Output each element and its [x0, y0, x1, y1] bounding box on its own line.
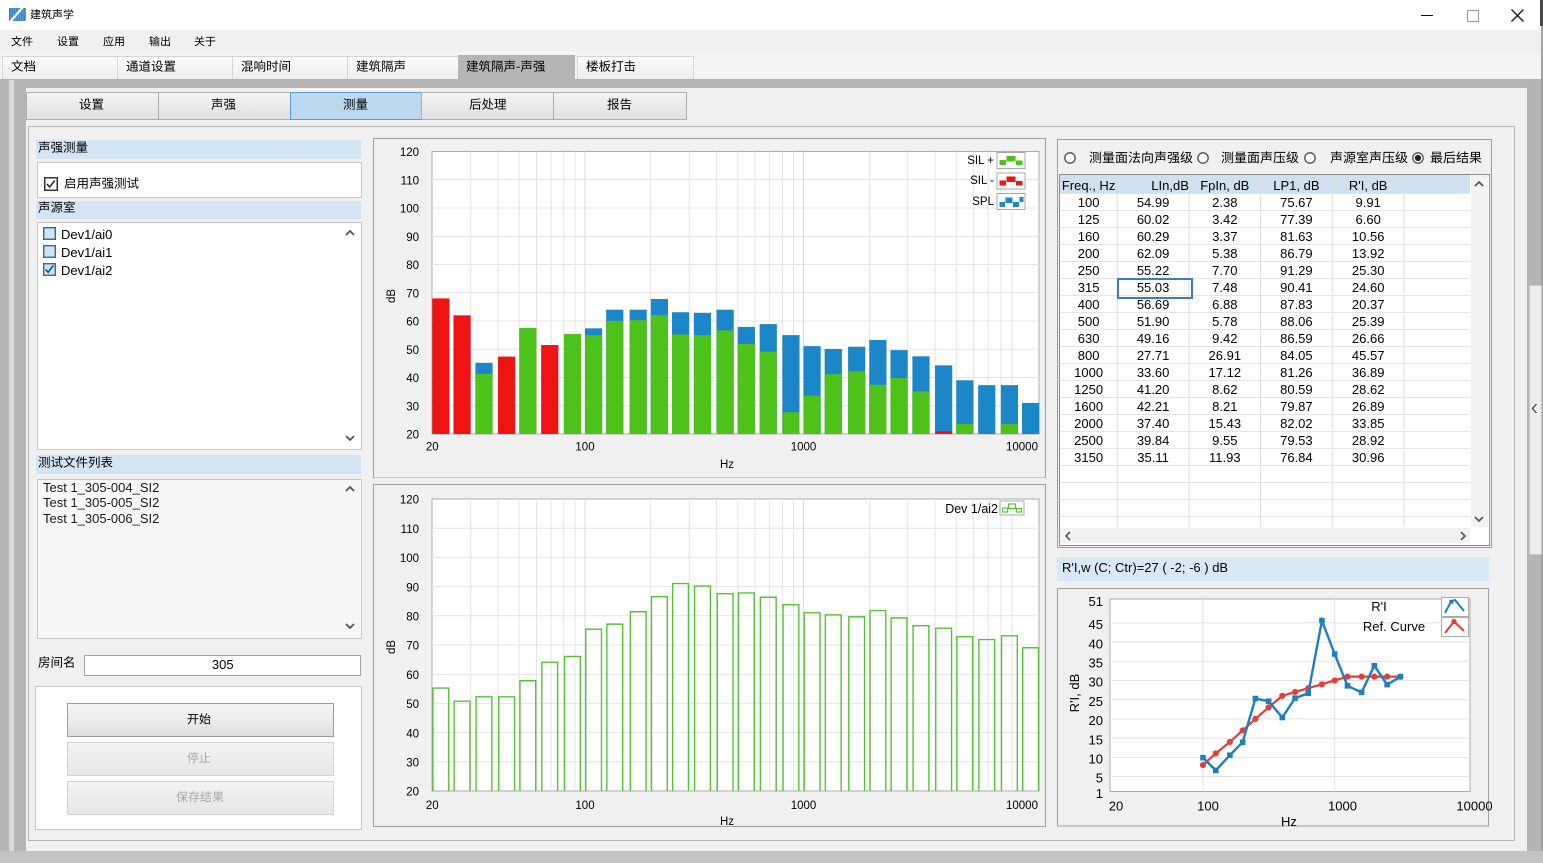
svg-text:51: 51	[1089, 594, 1103, 609]
svg-text:60: 60	[406, 670, 419, 682]
svg-text:70: 70	[406, 288, 419, 300]
svg-text:1000: 1000	[1328, 799, 1357, 814]
svg-text:30: 30	[406, 758, 419, 770]
svg-text:20: 20	[426, 441, 439, 453]
svg-text:20: 20	[426, 800, 439, 812]
svg-text:20: 20	[1089, 713, 1103, 728]
svg-text:R'I, dB: R'I, dB	[1067, 674, 1082, 713]
svg-text:15: 15	[1089, 732, 1103, 747]
svg-text:30: 30	[1089, 675, 1103, 690]
svg-text:50: 50	[406, 344, 419, 356]
svg-text:100: 100	[1197, 799, 1219, 814]
svg-text:120: 120	[400, 495, 419, 507]
svg-text:R'I: R'I	[1371, 599, 1386, 614]
svg-text:5: 5	[1096, 771, 1103, 786]
svg-text:110: 110	[401, 175, 419, 187]
svg-text:50: 50	[406, 699, 419, 711]
svg-text:10000: 10000	[1006, 441, 1038, 453]
svg-text:100: 100	[575, 800, 594, 812]
svg-text:25: 25	[1089, 694, 1103, 709]
svg-text:10000: 10000	[1006, 800, 1038, 812]
svg-text:100: 100	[400, 203, 419, 215]
svg-text:80: 80	[406, 612, 419, 624]
svg-text:40: 40	[1089, 636, 1103, 651]
svg-text:SIL +: SIL +	[967, 154, 994, 166]
svg-text:20: 20	[1109, 799, 1123, 814]
svg-text:1000: 1000	[791, 441, 817, 453]
svg-text:35: 35	[1089, 656, 1103, 671]
svg-text:Ref. Curve: Ref. Curve	[1363, 619, 1425, 634]
svg-text:90: 90	[406, 582, 419, 594]
svg-text:1000: 1000	[791, 800, 817, 812]
svg-text:40: 40	[406, 373, 419, 385]
svg-text:dB: dB	[386, 640, 398, 654]
svg-text:100: 100	[400, 553, 419, 565]
svg-text:70: 70	[406, 641, 419, 653]
svg-text:90: 90	[406, 232, 419, 244]
svg-text:110: 110	[401, 524, 419, 536]
svg-text:20: 20	[406, 787, 419, 799]
svg-text:30: 30	[406, 401, 419, 413]
svg-text:120: 120	[400, 147, 419, 159]
svg-text:10000: 10000	[1456, 799, 1492, 814]
svg-text:SPL: SPL	[972, 195, 994, 207]
svg-text:Hz: Hz	[720, 459, 734, 471]
svg-text:45: 45	[1089, 617, 1103, 632]
svg-text:60: 60	[406, 316, 419, 328]
svg-text:Hz: Hz	[720, 816, 734, 827]
svg-text:1: 1	[1096, 786, 1103, 801]
svg-text:10: 10	[1089, 752, 1103, 767]
svg-text:80: 80	[406, 260, 419, 272]
svg-text:20: 20	[406, 429, 419, 441]
svg-text:SIL -: SIL -	[970, 175, 994, 187]
svg-text:dB: dB	[386, 288, 398, 302]
svg-text:Hz: Hz	[1281, 814, 1297, 827]
svg-text:40: 40	[406, 728, 419, 740]
svg-text:100: 100	[575, 441, 594, 453]
svg-text:Dev 1/ai2: Dev 1/ai2	[945, 502, 998, 516]
